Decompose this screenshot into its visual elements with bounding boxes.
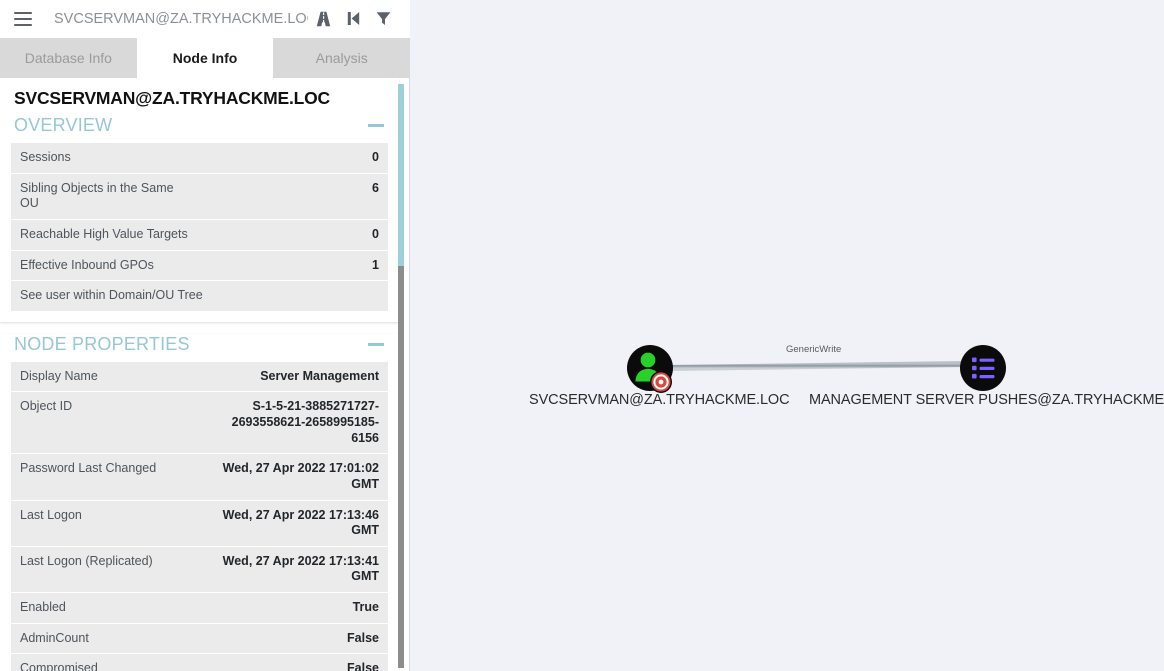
backward-step-icon[interactable] bbox=[338, 6, 368, 32]
overview-card: SVCSERVMAN@ZA.TRYHACKME.LOC OVERVIEW Ses… bbox=[0, 78, 399, 322]
overview-row-key: Reachable High Value Targets bbox=[11, 218, 203, 250]
property-row-value: Wed, 27 Apr 2022 17:13:46 GMT bbox=[202, 499, 388, 547]
table-row[interactable]: Password Last Changed Wed, 27 Apr 2022 1… bbox=[11, 453, 388, 500]
property-row-key: Password Last Changed bbox=[11, 453, 203, 500]
property-row-key: Enabled bbox=[11, 592, 203, 624]
graph-node-label-group: MANAGEMENT SERVER PUSHES@ZA.TRYHACKME.LO… bbox=[809, 392, 1164, 408]
table-row[interactable]: AdminCount False bbox=[11, 622, 388, 654]
overview-section-header: OVERVIEW bbox=[14, 115, 386, 136]
property-row-value: Wed, 27 Apr 2022 17:13:41 GMT bbox=[202, 545, 388, 593]
overview-row-value: 0 bbox=[202, 218, 388, 250]
node-properties-card: NODE PROPERTIES Display Name Server Mana… bbox=[0, 333, 399, 671]
filter-funnel-icon[interactable] bbox=[368, 6, 398, 32]
overview-row-key: Sibling Objects in the Same OU bbox=[11, 172, 203, 220]
property-row-value: Wed, 27 Apr 2022 17:01:02 GMT bbox=[202, 453, 388, 500]
property-row-value: False bbox=[202, 653, 388, 671]
tab-analysis[interactable]: Analysis bbox=[273, 38, 411, 78]
table-row[interactable]: Reachable High Value Targets 0 bbox=[11, 218, 388, 250]
table-row[interactable]: Last Logon (Replicated) Wed, 27 Apr 2022… bbox=[11, 545, 388, 593]
graph-node-group[interactable] bbox=[960, 345, 1006, 391]
node-properties-section-title: NODE PROPERTIES bbox=[14, 333, 190, 354]
node-properties-section-header: NODE PROPERTIES bbox=[14, 334, 386, 355]
table-row[interactable]: Object ID S-1-5-21-3885271727-2693558621… bbox=[11, 391, 388, 454]
table-row[interactable]: See user within Domain/OU Tree bbox=[11, 280, 388, 311]
property-row-key: Compromised bbox=[11, 653, 203, 671]
graph-edge-genericwrite[interactable] bbox=[665, 361, 969, 371]
property-row-value: Server Management bbox=[260, 368, 379, 383]
table-row[interactable]: Enabled True bbox=[11, 592, 388, 624]
node-info-body: SVCSERVMAN@ZA.TRYHACKME.LOC OVERVIEW Ses… bbox=[0, 78, 410, 671]
node-info-scroll-area: SVCSERVMAN@ZA.TRYHACKME.LOC OVERVIEW Ses… bbox=[0, 78, 409, 671]
pathfinding-road-icon[interactable] bbox=[308, 6, 338, 32]
property-row-value: False bbox=[202, 622, 388, 654]
table-row[interactable]: Sessions 0 bbox=[11, 143, 388, 174]
overview-row-value: 1 bbox=[202, 249, 388, 281]
high-value-target-icon bbox=[650, 371, 672, 393]
overview-row-key: See user within Domain/OU Tree bbox=[11, 280, 388, 311]
property-row-key: AdminCount bbox=[11, 622, 203, 654]
property-row-key: Last Logon bbox=[11, 499, 203, 547]
panel-scrollbar-track[interactable] bbox=[398, 78, 407, 671]
table-row[interactable]: Sibling Objects in the Same OU 6 bbox=[11, 172, 388, 220]
overview-row-value: 6 bbox=[202, 172, 388, 220]
property-row-value: True bbox=[202, 592, 388, 624]
overview-collapse-toggle[interactable] bbox=[368, 124, 384, 127]
graph-edge-label-genericwrite: GenericWrite bbox=[786, 344, 842, 355]
property-row-key: Display Name bbox=[20, 368, 98, 383]
panel-scrollbar-thumb-primary[interactable] bbox=[398, 84, 404, 266]
overview-table: Sessions 0 Sibling Objects in the Same O… bbox=[11, 143, 388, 311]
search-bar bbox=[0, 0, 410, 38]
property-row-key: Last Logon (Replicated) bbox=[11, 545, 203, 593]
panel-scrollbar-thumb-secondary[interactable] bbox=[398, 266, 404, 668]
node-title: SVCSERVMAN@ZA.TRYHACKME.LOC bbox=[14, 88, 330, 108]
hamburger-menu-icon[interactable] bbox=[14, 11, 32, 26]
table-row[interactable]: Last Logon Wed, 27 Apr 2022 17:13:46 GMT bbox=[11, 499, 388, 547]
tab-bar: Database Info Node Info Analysis bbox=[0, 38, 411, 78]
property-row-value: S-1-5-21-3885271727-2693558621-265899518… bbox=[202, 391, 388, 454]
graph-node-user[interactable] bbox=[627, 345, 673, 393]
node-properties-table: Display Name Server Management Object ID… bbox=[11, 361, 388, 671]
search-input[interactable] bbox=[54, 10, 308, 27]
tab-database-info[interactable]: Database Info bbox=[0, 38, 137, 78]
table-row[interactable]: Effective Inbound GPOs 1 bbox=[11, 249, 388, 281]
group-list-icon bbox=[972, 357, 995, 379]
overview-row-key: Sessions bbox=[20, 150, 71, 164]
table-row[interactable]: Compromised False bbox=[11, 653, 388, 671]
tab-node-info[interactable]: Node Info bbox=[136, 38, 274, 78]
graph-node-label-user: SVCSERVMAN@ZA.TRYHACKME.LOC bbox=[529, 392, 790, 408]
table-row[interactable]: Display Name Server Management bbox=[11, 361, 388, 392]
overview-row-key: Effective Inbound GPOs bbox=[11, 249, 203, 281]
node-properties-collapse-toggle[interactable] bbox=[368, 342, 384, 346]
overview-section-title: OVERVIEW bbox=[14, 115, 113, 135]
overview-row-value: 0 bbox=[372, 150, 379, 164]
left-info-panel: Database Info Node Info Analysis SVCSERV… bbox=[0, 0, 411, 671]
property-row-key: Object ID bbox=[11, 391, 203, 454]
